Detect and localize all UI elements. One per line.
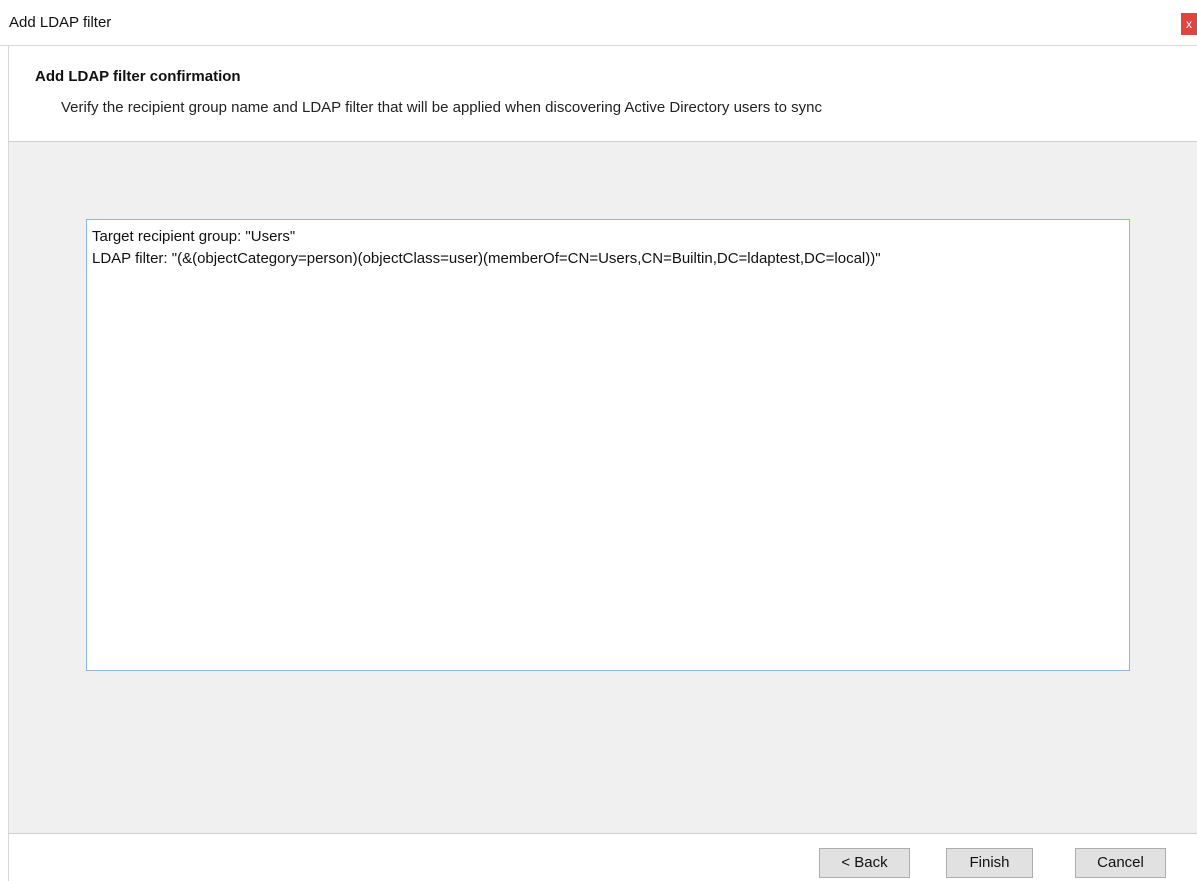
window-title: Add LDAP filter — [9, 14, 112, 31]
cancel-button[interactable]: Cancel — [1075, 848, 1166, 878]
close-button[interactable]: x — [1181, 13, 1197, 35]
button-bar: < Back Finish Cancel — [8, 833, 1197, 881]
wizard-header: Add LDAP filter confirmation Verify the … — [8, 46, 1197, 142]
title-bar: Add LDAP filter x — [0, 0, 1197, 46]
dialog-window: Add LDAP filter x Add LDAP filter confir… — [0, 0, 1197, 881]
back-button[interactable]: < Back — [819, 848, 910, 878]
content-area: Target recipient group: "Users" LDAP fil… — [8, 142, 1197, 833]
ldap-filter-line: LDAP filter: "(&(objectCategory=person)(… — [92, 250, 881, 267]
close-icon: x — [1186, 17, 1192, 31]
page-title: Add LDAP filter confirmation — [35, 68, 241, 85]
page-subtitle: Verify the recipient group name and LDAP… — [61, 99, 822, 116]
confirmation-textbox[interactable]: Target recipient group: "Users" LDAP fil… — [86, 219, 1130, 671]
finish-button[interactable]: Finish — [946, 848, 1033, 878]
target-group-line: Target recipient group: "Users" — [92, 228, 296, 245]
